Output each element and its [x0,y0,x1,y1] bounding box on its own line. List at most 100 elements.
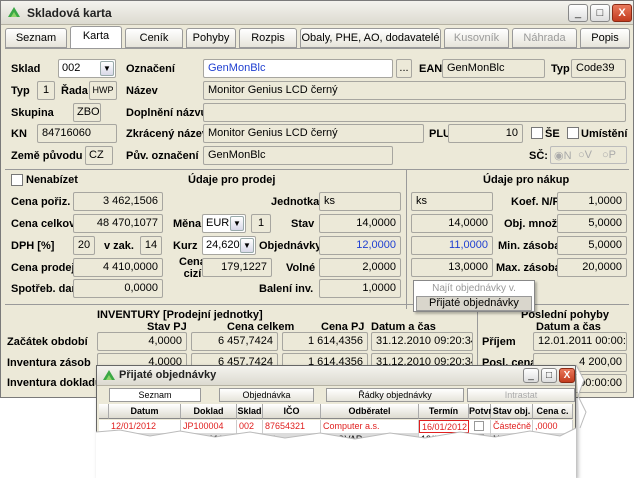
cell-ico: 77 [263,433,321,446]
grid-header[interactable]: Sklad [237,404,263,419]
nenabizet-checkbox[interactable] [11,174,23,186]
inventory-stav-field[interactable]: 4,0000 [97,332,187,351]
maximize-button[interactable]: □ [590,4,610,22]
purchase-stav-field[interactable]: 14,0000 [411,214,493,233]
min-field[interactable]: 5,0000 [557,236,627,255]
grid-header[interactable]: Stav obj. [491,404,533,419]
umisteni-checkbox[interactable] [567,127,579,139]
kn-field[interactable]: 84716060 [37,124,117,143]
grid-header[interactable]: IČO [263,404,321,419]
rada-label: Řada [61,85,88,97]
table-row[interactable]: ▶ 03/04/2012 JP100010 002 77 PIVOVAR a.s… [99,433,573,446]
purchase-unit-field[interactable]: ks [411,192,493,211]
mena-unit-field[interactable]: 1 [251,214,271,233]
zeme-field[interactable]: CZ [85,146,113,165]
cena-prodej-label: Cena prodej. [11,262,78,274]
tab-pohyby[interactable]: Pohyby [186,28,236,48]
orders-maximize-button[interactable]: □ [541,368,557,383]
menu-item-received-orders[interactable]: Přijaté objednávky [416,296,532,311]
barcode-type-field[interactable]: Code39 [571,59,626,78]
cena-poriz-field[interactable]: 3 462,1506 [73,192,163,211]
inventory-cena-celkem-field[interactable]: 6 457,7424 [191,332,278,351]
spotreb-field[interactable]: 0,0000 [73,279,163,298]
plu-field[interactable]: 10 [448,124,523,143]
app-icon [8,7,20,17]
objmnoz-field[interactable]: 5,0000 [557,214,627,233]
oznaceni-label: Označení [126,63,175,75]
potvr-checkbox[interactable] [474,434,484,444]
minimize-button[interactable]: _ [568,4,588,22]
puv-field[interactable]: GenMonBlc [203,146,393,165]
skupina-field[interactable]: ZBO [73,103,101,122]
prijem-field[interactable]: 12.01.2011 00:00:00 [533,332,627,351]
doplneni-label: Doplnění názvu [126,107,208,119]
orders-tab-seznam[interactable]: Seznam [109,388,201,402]
ean-label: EAN [419,63,443,75]
potvr-checkbox[interactable] [474,421,484,431]
dph-field[interactable]: 20 [73,236,95,255]
max-field[interactable]: 20,0000 [557,258,627,277]
dph-label: DPH [%] [11,240,55,252]
cell-potvr [469,420,491,433]
oznaceni-field[interactable]: GenMonBlc [203,59,393,78]
nenabizet-label: Nenabízet [26,174,78,186]
stav-field[interactable]: 14,0000 [319,214,401,233]
grid-header[interactable]: Doklad [181,404,237,419]
oznaceni-browse-button[interactable]: ... [396,59,412,78]
mena-label: Měna [173,218,202,230]
sklad-select[interactable]: 002 ▼ [58,59,116,78]
koef-label: Koef. N/P [511,196,560,208]
ean-field[interactable]: GenMonBlc [442,59,545,78]
koef-field[interactable]: 1,0000 [557,192,627,211]
grid-header[interactable]: Termín [419,404,469,419]
volne-field[interactable]: 2,0000 [319,258,401,277]
column-divider [406,169,407,309]
objednavky-field[interactable]: 12,0000 [319,236,401,255]
tab-seznam[interactable]: Seznam [5,28,67,48]
cell-datum: 12/01/2012 [109,420,181,433]
orders-close-button[interactable]: X [559,368,575,383]
grid-header[interactable]: Cena c. [533,404,573,419]
volne-label: Volné [286,262,316,274]
spotreb-label: Spotřeb. daň [11,283,79,295]
tab-popis[interactable]: Popis [580,28,630,48]
tab-rozpis[interactable]: Rozpis [239,28,297,48]
orders-tab-intrastat: Intrastat [467,388,575,402]
tab-karta[interactable]: Karta [70,26,122,49]
nazev-field[interactable]: Monitor Genius LCD černý [203,81,626,100]
orders-minimize-button[interactable]: _ [523,368,539,383]
typ2-field[interactable]: 1 [37,81,55,100]
cena-cizi-field[interactable]: 179,1227 [202,258,272,277]
close-button[interactable]: X [612,4,632,22]
se-label: ŠE [545,128,560,140]
app-icon [103,370,115,380]
purchase-volne-field[interactable]: 13,0000 [411,258,493,277]
baleni-field[interactable]: 1,0000 [319,279,401,298]
cena-prodej-field[interactable]: 4 410,0000 [73,258,163,277]
sc-radio-v[interactable]: ○V [578,149,592,161]
rada-field[interactable]: HWP [89,81,117,100]
cell-cena: ,0000 [533,420,573,433]
menu-item-find-orders[interactable]: Najít objednávky v. [414,283,534,296]
sc-radio-p[interactable]: ○P [602,149,616,161]
cena-celkova-field[interactable]: 48 470,1077 [73,214,163,233]
tab-cenik[interactable]: Ceník [125,28,183,48]
doplneni-field[interactable] [203,103,626,122]
kurz-select[interactable]: 24,620 ▼ [202,236,256,255]
orders-tab-objednavka[interactable]: Objednávka [219,388,314,402]
vzak-field[interactable]: 14 [140,236,162,255]
purchase-obj-field[interactable]: 11,0000 [411,236,493,255]
table-row[interactable]: 12/01/2012 JP100004 002 87654321 Compute… [99,420,573,433]
inventory-cena-pj-field[interactable]: 1 614,4356 [282,332,368,351]
jednotka-field[interactable]: ks [319,192,401,211]
se-checkbox[interactable] [531,127,543,139]
inventory-datum-field[interactable]: 31.12.2010 09:20:34 [371,332,473,351]
tab-obaly[interactable]: Obaly, PHE, AO, dodavatelé [300,28,441,48]
grid-header[interactable]: Datum [109,404,181,419]
orders-tab-radky[interactable]: Řádky objednávky [326,388,464,402]
zkraceny-field[interactable]: Monitor Genius LCD černý [203,124,424,143]
grid-header[interactable]: Potvr. [469,404,494,419]
mena-select[interactable]: EUR ▼ [202,214,246,233]
grid-header[interactable]: Odběratel [321,404,419,419]
sc-radio-n[interactable]: ◉N [554,149,572,162]
